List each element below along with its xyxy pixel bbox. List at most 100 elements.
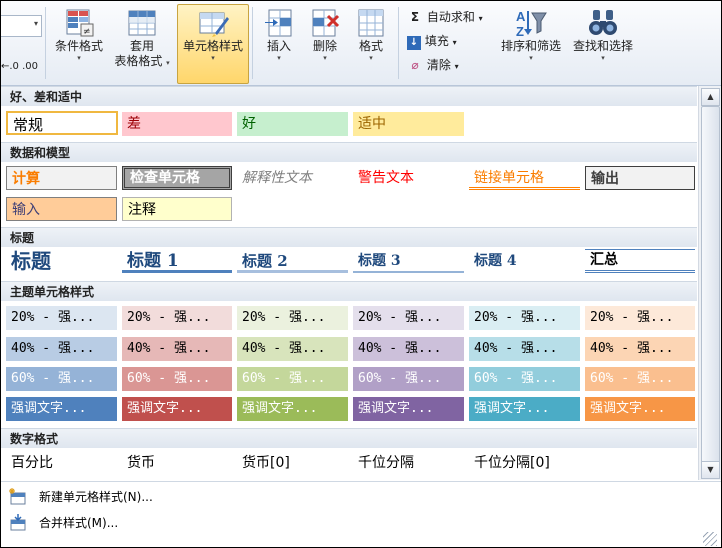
- chevron-down-icon: ▾: [77, 54, 81, 62]
- style-comma[interactable]: 千位分隔: [353, 451, 464, 475]
- theme-style-r3-accent4[interactable]: 60% - 强...: [353, 367, 464, 391]
- scroll-thumb[interactable]: [701, 106, 720, 463]
- theme-style-r1-accent1[interactable]: 20% - 强...: [6, 306, 117, 330]
- insert-button[interactable]: 插入 ▾: [257, 5, 301, 81]
- style-heading-3[interactable]: 标题 3: [353, 249, 464, 273]
- scroll-up-button[interactable]: ▲: [701, 88, 720, 106]
- style-currency[interactable]: 货币: [122, 451, 232, 475]
- style-neutral[interactable]: 适中: [353, 112, 464, 136]
- merge-styles-item[interactable]: 合并样式(M)...: [1, 510, 721, 536]
- theme-style-r4-accent3[interactable]: 强调文字...: [237, 397, 348, 421]
- theme-style-r4-accent4[interactable]: 强调文字...: [353, 397, 464, 421]
- name-box-edge[interactable]: ▾: [1, 15, 42, 37]
- ribbon-separator: [252, 7, 253, 79]
- cell-styles-window: ▾ ←.0 .00 ≠ 条件格式 ▾ 套用 表格格式 ▾ 单元格样式 ▾ 插入 …: [0, 0, 722, 548]
- svg-text:≠: ≠: [83, 27, 91, 37]
- theme-style-r4-accent1[interactable]: 强调文字...: [6, 397, 117, 421]
- style-heading-2[interactable]: 标题 2: [237, 249, 348, 273]
- style-good[interactable]: 好: [237, 112, 348, 136]
- chevron-down-icon: ▾: [454, 62, 459, 71]
- style-explanatory-text[interactable]: 解释性文本: [237, 166, 348, 190]
- ribbon-separator: [45, 7, 46, 79]
- ribbon: ▾ ←.0 .00 ≠ 条件格式 ▾ 套用 表格格式 ▾ 单元格样式 ▾ 插入 …: [1, 1, 721, 86]
- theme-style-r1-accent2[interactable]: 20% - 强...: [122, 306, 232, 330]
- theme-style-r3-accent1[interactable]: 60% - 强...: [6, 367, 117, 391]
- theme-style-r2-accent4[interactable]: 40% - 强...: [353, 337, 464, 361]
- delete-button[interactable]: 删除 ▾: [303, 5, 347, 81]
- style-comma-0[interactable]: 千位分隔[0]: [469, 451, 589, 475]
- theme-style-r4-accent5[interactable]: 强调文字...: [469, 397, 580, 421]
- style-percent[interactable]: 百分比: [6, 451, 117, 475]
- svg-text:A: A: [516, 9, 526, 24]
- merge-styles-icon: [9, 514, 27, 532]
- format-button[interactable]: 格式 ▾: [349, 5, 393, 81]
- table-format-icon: [126, 7, 158, 39]
- style-heading-1[interactable]: 标题 1: [122, 249, 232, 273]
- fill-button[interactable]: ↓ 填充 ▾: [407, 31, 457, 51]
- section-header-theme: 主题单元格样式: [1, 281, 697, 301]
- style-normal[interactable]: 常规: [6, 111, 118, 135]
- scroll-down-button[interactable]: ▼: [701, 461, 720, 479]
- style-title[interactable]: 标题: [6, 249, 117, 273]
- style-bad[interactable]: 差: [122, 112, 232, 136]
- gallery-menu: 新建单元格样式(N)... 合并样式(M)...: [1, 481, 721, 547]
- section-header-number: 数字格式: [1, 428, 697, 448]
- new-style-icon: [9, 488, 27, 506]
- chevron-down-icon: ▾: [277, 54, 281, 62]
- chevron-down-icon: ▾: [529, 54, 533, 62]
- binoculars-icon: [587, 7, 619, 39]
- style-currency-0[interactable]: 货币[0]: [237, 451, 348, 475]
- style-output[interactable]: 输出: [585, 166, 695, 190]
- style-total[interactable]: 汇总: [585, 249, 695, 273]
- theme-style-r1-accent6[interactable]: 20% - 强...: [585, 306, 695, 330]
- new-cell-style-item[interactable]: 新建单元格样式(N)...: [1, 484, 721, 510]
- theme-style-r1-accent3[interactable]: 20% - 强...: [237, 306, 348, 330]
- sort-filter-icon: AZ: [515, 7, 547, 39]
- find-select-button[interactable]: 查找和选择 ▾: [567, 5, 639, 81]
- section-header-good-bad: 好、差和适中: [1, 86, 697, 106]
- clear-button[interactable]: ⌀ 清除 ▾: [407, 55, 459, 75]
- chevron-down-icon: ▾: [33, 19, 38, 28]
- style-note[interactable]: 注释: [122, 197, 232, 221]
- theme-style-r2-accent6[interactable]: 40% - 强...: [585, 337, 695, 361]
- theme-style-r2-accent5[interactable]: 40% - 强...: [469, 337, 580, 361]
- format-as-table-button[interactable]: 套用 表格格式 ▾: [109, 5, 175, 81]
- style-input[interactable]: 输入: [6, 197, 117, 221]
- theme-style-r4-accent2[interactable]: 强调文字...: [122, 397, 232, 421]
- sigma-icon: Σ: [410, 10, 420, 24]
- chevron-down-icon: ▾: [211, 54, 215, 62]
- theme-style-r2-accent3[interactable]: 40% - 强...: [237, 337, 348, 361]
- cell-styles-button[interactable]: 单元格样式 ▾: [177, 4, 249, 84]
- sort-filter-button[interactable]: AZ 排序和筛选 ▾: [495, 5, 567, 81]
- conditional-format-button[interactable]: ≠ 条件格式 ▾: [49, 5, 109, 81]
- style-heading-4[interactable]: 标题 4: [469, 249, 580, 273]
- chevron-down-icon: ▾: [166, 59, 170, 67]
- style-warning-text[interactable]: 警告文本: [353, 166, 464, 190]
- cell-styles-icon: [197, 7, 229, 39]
- theme-style-r3-accent6[interactable]: 60% - 强...: [585, 367, 695, 391]
- cell-styles-gallery: 好、差和适中 常规 差 好 适中 数据和模型 计算 检查单元格 解释性文本 警告…: [1, 86, 697, 480]
- gallery-scrollbar[interactable]: ▲ ▼: [698, 86, 721, 480]
- decimal-buttons[interactable]: ←.0 .00: [1, 57, 38, 77]
- theme-style-r1-accent4[interactable]: 20% - 强...: [353, 306, 464, 330]
- style-linked-cell[interactable]: 链接单元格: [469, 166, 580, 190]
- theme-style-r3-accent2[interactable]: 60% - 强...: [122, 367, 232, 391]
- eraser-icon: ⌀: [411, 58, 419, 72]
- resize-grip[interactable]: [703, 532, 717, 546]
- chevron-down-icon: ▾: [369, 54, 373, 62]
- style-calculation[interactable]: 计算: [6, 166, 117, 190]
- section-header-data-model: 数据和模型: [1, 142, 697, 162]
- svg-text:Z: Z: [516, 24, 524, 39]
- autosum-button[interactable]: Σ 自动求和 ▾: [407, 7, 483, 27]
- theme-style-r3-accent5[interactable]: 60% - 强...: [469, 367, 580, 391]
- style-check-cell[interactable]: 检查单元格: [122, 166, 232, 190]
- ribbon-separator: [398, 7, 399, 79]
- conditional-format-icon: ≠: [63, 7, 95, 39]
- theme-style-r4-accent6[interactable]: 强调文字...: [585, 397, 695, 421]
- theme-style-r1-accent5[interactable]: 20% - 强...: [469, 306, 580, 330]
- theme-style-r2-accent2[interactable]: 40% - 强...: [122, 337, 232, 361]
- theme-style-r2-accent1[interactable]: 40% - 强...: [6, 337, 117, 361]
- theme-style-r3-accent3[interactable]: 60% - 强...: [237, 367, 348, 391]
- fill-down-icon: ↓: [407, 36, 421, 50]
- format-cells-icon: [355, 7, 387, 39]
